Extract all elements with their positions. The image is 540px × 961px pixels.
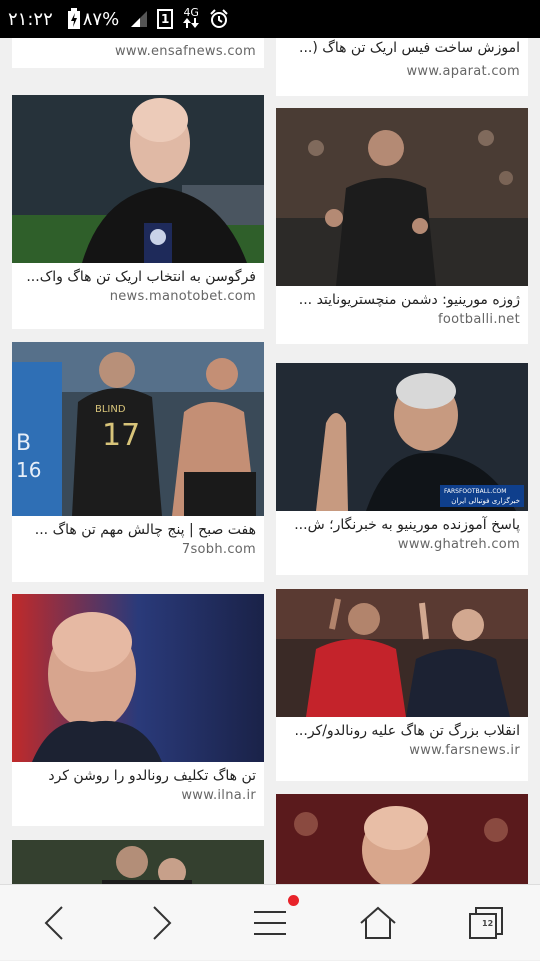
alarm-icon <box>210 9 228 28</box>
result-title: فرگوسن به انتخاب اریک تن هاگ واک... <box>26 269 256 285</box>
result-domain: www.ghatreh.com <box>397 537 520 552</box>
side-number: 16 <box>16 458 41 482</box>
browser-bottom-toolbar: 12 <box>0 884 540 960</box>
result-thumbnail[interactable]: FARSFOOTBALL.COM خبرگزاری فوتبالی ایران <box>276 363 528 511</box>
image-results-feed[interactable]: www.ensafnews.com فرگوسن به انتخاب اریک … <box>0 38 540 884</box>
result-thumbnail[interactable] <box>276 108 528 286</box>
result-title: تن هاگ تکلیف رونالدو را روشن کرد <box>48 768 256 784</box>
result-domain: www.ensafnews.com <box>114 44 256 59</box>
coaches-photo <box>12 840 264 884</box>
tabs-button[interactable]: 12 <box>446 885 526 961</box>
signal-area: 1 4G <box>129 7 229 30</box>
chevron-left-icon <box>44 906 63 940</box>
home-icon <box>360 906 396 939</box>
result-thumbnail[interactable]: B 16 BLIND 17 <box>12 342 264 516</box>
result-title: ژوزه مورینیو: دشمن منچستریونایتد ... <box>298 292 520 308</box>
result-card-partial[interactable] <box>12 840 264 884</box>
back-button[interactable] <box>14 885 94 961</box>
result-domain: news.manotobet.com <box>109 289 256 304</box>
result-card-farsnews[interactable]: انقلاب بزرگ تن هاگ علیه رونالدو/کر... ww… <box>276 589 528 781</box>
tabs-count: 12 <box>482 919 494 928</box>
hamburger-menu-icon <box>254 911 286 935</box>
battery-percent: ۸۷% <box>82 8 120 30</box>
notification-dot <box>288 895 299 906</box>
clock: ۲۱:۲۲ <box>8 8 53 30</box>
result-thumbnail[interactable] <box>12 95 264 263</box>
result-title: اموزش ساخت فیس اریک تن هاگ (... <box>299 40 520 56</box>
ronaldo-and-coach-photo <box>276 589 528 717</box>
battery-charging-icon <box>67 8 80 29</box>
result-thumbnail[interactable] <box>276 794 528 884</box>
result-card-partial[interactable] <box>276 794 528 884</box>
coach-portrait-photo <box>12 594 264 762</box>
result-card-manotobet[interactable]: فرگوسن به انتخاب اریک تن هاگ واک... news… <box>12 95 264 329</box>
result-title: انقلاب بزرگ تن هاگ علیه رونالدو/کر... <box>294 723 520 739</box>
chevron-right-icon <box>153 906 172 940</box>
bald-coach-crowd-photo <box>276 794 528 884</box>
result-card-ghatreh[interactable]: FARSFOOTBALL.COM خبرگزاری فوتبالی ایران … <box>276 363 528 575</box>
network-type: 4G <box>181 7 201 30</box>
result-domain: 7sobh.com <box>181 542 256 557</box>
battery-indicator: ۸۷% <box>67 8 119 30</box>
status-bar: ۲۱:۲۲ ۸۷% 1 4G <box>0 0 540 38</box>
result-domain: www.aparat.com <box>406 64 520 79</box>
home-button[interactable] <box>338 885 418 961</box>
mourinho-gesture-photo: FARSFOOTBALL.COM خبرگزاری فوتبالی ایران <box>276 363 528 511</box>
result-thumbnail[interactable] <box>276 589 528 717</box>
result-card-aparat[interactable]: اموزش ساخت فیس اریک تن هاگ (... www.apar… <box>276 38 528 96</box>
result-thumbnail[interactable] <box>12 594 264 762</box>
result-thumbnail[interactable] <box>12 840 264 884</box>
side-letter: B <box>16 431 31 456</box>
result-card-ensafnews[interactable]: www.ensafnews.com <box>12 38 264 68</box>
watermark-site: FARSFOOTBALL.COM <box>444 488 506 495</box>
mourinho-celebrating-photo <box>276 108 528 286</box>
result-card-footballi[interactable]: ژوزه مورینیو: دشمن منچستریونایتد ... foo… <box>276 108 528 344</box>
signal-icon <box>131 11 148 27</box>
data-arrows-icon <box>183 18 200 28</box>
result-card-7sobh[interactable]: B 16 BLIND 17 هفت صبح | پنج چالش مهم تن … <box>12 342 264 582</box>
result-domain: footballi.net <box>437 312 520 327</box>
bald-coach-photo <box>12 95 264 263</box>
players-celebration-photo: B 16 BLIND 17 <box>12 342 264 516</box>
result-domain: www.ilna.ir <box>181 788 256 803</box>
result-domain: www.farsnews.ir <box>409 743 520 758</box>
watermark-text: خبرگزاری فوتبالی ایران <box>451 496 520 505</box>
menu-button[interactable] <box>230 885 310 961</box>
forward-button[interactable] <box>122 885 202 961</box>
result-title: هفت صبح | پنج چالش مهم تن هاگ ... <box>34 522 256 538</box>
sim-slot-badge: 1 <box>157 9 174 29</box>
result-title: پاسخ آموزنده مورینیو به خبرنگار؛ ش... <box>294 517 520 533</box>
result-card-ilna[interactable]: تن هاگ تکلیف رونالدو را روشن کرد www.iln… <box>12 594 264 826</box>
shirt-name: BLIND <box>95 404 126 415</box>
shirt-number: 17 <box>102 418 140 453</box>
